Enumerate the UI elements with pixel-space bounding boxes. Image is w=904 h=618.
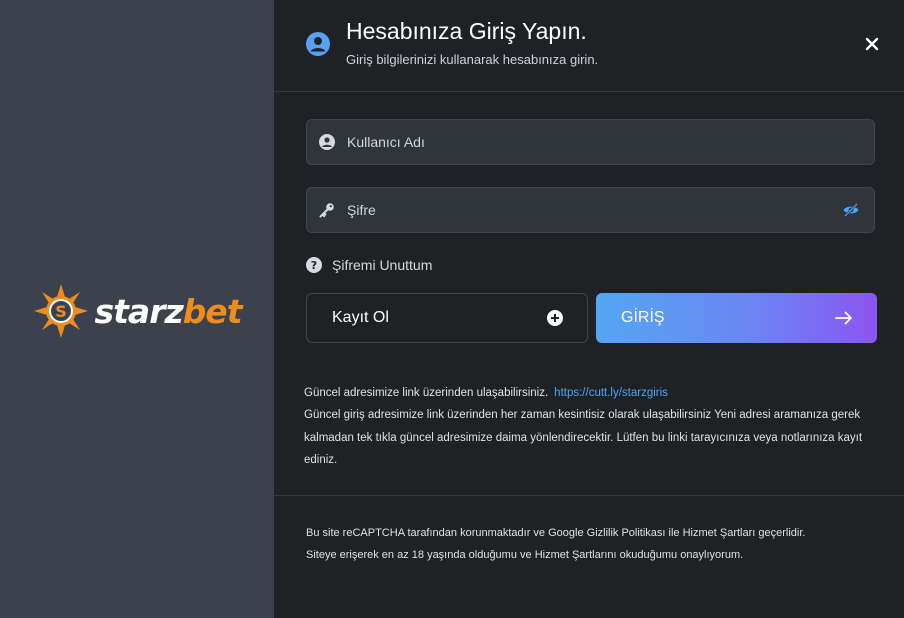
modal-header: Hesabınıza Giriş Yapın. Giriş bilgilerin… (274, 0, 904, 92)
register-button-label: Kayıt Ol (332, 309, 389, 326)
address-link[interactable]: https://cutt.ly/starzgiris (554, 387, 668, 399)
forgot-password-label: Şifremi Unuttum (332, 257, 433, 273)
login-button-label: GİRİŞ (621, 309, 665, 326)
login-modal: S starzbet Hesabınıza Giriş Yapın. Giriş… (0, 0, 904, 618)
username-input[interactable] (345, 119, 874, 165)
forgot-password-link[interactable]: ? Şifremi Unuttum (306, 257, 432, 273)
divider (274, 495, 904, 496)
brand-panel: S starzbet (0, 0, 274, 618)
legal-notice-line-1: Bu site reCAPTCHA tarafından korunmaktad… (306, 527, 806, 539)
password-input[interactable] (345, 187, 842, 233)
plus-circle-icon (547, 310, 563, 326)
eye-off-icon[interactable] (842, 201, 860, 219)
username-field[interactable] (306, 119, 875, 165)
question-circle-icon: ? (306, 257, 322, 273)
close-icon[interactable] (864, 36, 880, 52)
info-body: Güncel giriş adresimize link üzerinden h… (304, 409, 863, 466)
svg-text:S: S (55, 302, 67, 321)
login-panel: Hesabınıza Giriş Yapın. Giriş bilgilerin… (274, 0, 904, 618)
brand-logo: S starzbet (33, 283, 242, 339)
register-button[interactable]: Kayıt Ol (306, 293, 588, 343)
info-text: Güncel adresimize link üzerinden ulaşabi… (304, 382, 884, 471)
legal-notice-line-2: Siteye erişerek en az 18 yaşında olduğum… (306, 549, 744, 562)
svg-text:?: ? (311, 259, 317, 272)
sun-logo-icon: S (33, 284, 88, 338)
page-title: Hesabınıza Giriş Yapın. (346, 18, 587, 44)
user-icon (319, 134, 335, 150)
legal-notice: Bu site reCAPTCHA tarafından korunmaktad… (306, 522, 886, 567)
key-icon (319, 203, 334, 218)
password-field[interactable] (306, 187, 875, 233)
brand-text-starz: starz (94, 291, 184, 331)
page-subtitle: Giriş bilgilerinizi kullanarak hesabınız… (346, 52, 599, 67)
info-line-1: Güncel adresimize link üzerinden ulaşabi… (304, 387, 549, 399)
arrow-right-icon (835, 311, 852, 325)
brand-text-bet: bet (182, 291, 243, 331)
user-circle-icon (306, 32, 330, 56)
login-button[interactable]: GİRİŞ (596, 293, 877, 343)
